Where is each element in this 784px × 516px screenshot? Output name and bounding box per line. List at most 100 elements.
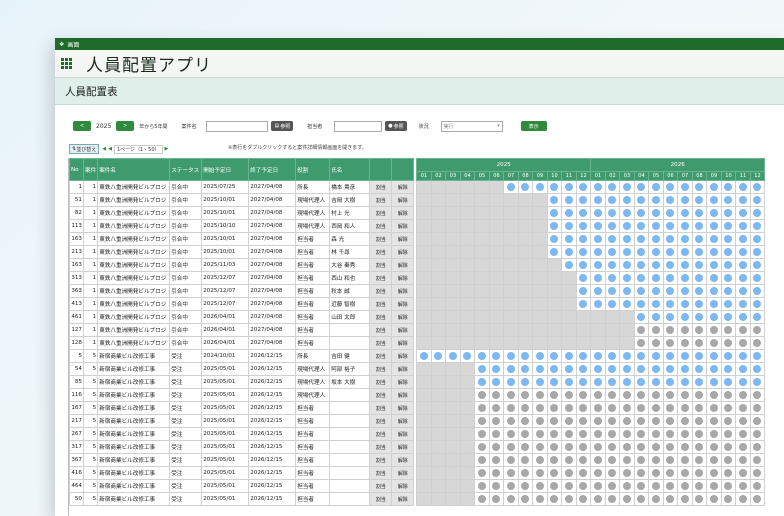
release-button[interactable]: 解除: [391, 258, 415, 272]
allocation-cell[interactable]: [677, 336, 693, 350]
empty-month-cell[interactable]: [459, 440, 476, 454]
allocation-cell[interactable]: [720, 492, 737, 506]
allocation-cell[interactable]: [619, 232, 635, 246]
allocation-cell[interactable]: [546, 414, 563, 428]
allocation-cell[interactable]: [575, 492, 592, 506]
release-button[interactable]: 解除: [391, 245, 415, 259]
allocation-cell[interactable]: [691, 375, 708, 389]
empty-month-cell[interactable]: [503, 336, 519, 350]
empty-month-cell[interactable]: [488, 193, 505, 207]
allocation-cell[interactable]: [691, 492, 708, 506]
empty-month-cell[interactable]: [474, 284, 490, 298]
assign-button[interactable]: 割当: [369, 401, 393, 415]
allocation-cell[interactable]: [749, 193, 766, 207]
allocation-cell[interactable]: [517, 440, 534, 454]
allocation-cell[interactable]: [720, 479, 737, 493]
allocation-cell[interactable]: [691, 414, 708, 428]
allocation-cell[interactable]: [590, 466, 606, 480]
empty-month-cell[interactable]: [430, 375, 447, 389]
allocation-cell[interactable]: [517, 414, 534, 428]
empty-month-cell[interactable]: [459, 297, 476, 311]
allocation-cell[interactable]: [604, 180, 621, 194]
allocation-cell[interactable]: [619, 401, 635, 415]
allocation-cell[interactable]: [503, 180, 519, 194]
allocation-cell[interactable]: [720, 193, 737, 207]
allocation-cell[interactable]: [561, 180, 577, 194]
allocation-cell[interactable]: [532, 388, 548, 402]
empty-month-cell[interactable]: [459, 258, 476, 272]
allocation-cell[interactable]: [677, 323, 693, 337]
allocation-cell[interactable]: [459, 349, 476, 363]
allocation-cell[interactable]: [749, 284, 766, 298]
empty-month-cell[interactable]: [474, 258, 490, 272]
allocation-cell[interactable]: [720, 271, 737, 285]
allocation-cell[interactable]: [735, 245, 751, 259]
next-page-icon[interactable]: ▶: [165, 146, 169, 152]
allocation-cell[interactable]: [575, 453, 592, 467]
empty-month-cell[interactable]: [532, 271, 548, 285]
allocation-cell[interactable]: [662, 245, 679, 259]
empty-month-cell[interactable]: [459, 375, 476, 389]
empty-month-cell[interactable]: [416, 297, 432, 311]
allocation-cell[interactable]: [474, 414, 490, 428]
empty-month-cell[interactable]: [430, 232, 447, 246]
empty-month-cell[interactable]: [590, 310, 606, 324]
allocation-cell[interactable]: [735, 206, 751, 220]
allocation-cell[interactable]: [662, 362, 679, 376]
empty-month-cell[interactable]: [575, 336, 592, 350]
allocation-cell[interactable]: [691, 258, 708, 272]
allocation-cell[interactable]: [517, 388, 534, 402]
empty-month-cell[interactable]: [517, 258, 534, 272]
allocation-cell[interactable]: [488, 375, 505, 389]
allocation-cell[interactable]: [662, 479, 679, 493]
allocation-cell[interactable]: [749, 336, 766, 350]
allocation-cell[interactable]: [604, 219, 621, 233]
release-button[interactable]: 解除: [391, 232, 415, 246]
empty-month-cell[interactable]: [604, 323, 621, 337]
allocation-cell[interactable]: [604, 245, 621, 259]
empty-month-cell[interactable]: [430, 479, 447, 493]
allocation-cell[interactable]: [735, 336, 751, 350]
empty-month-cell[interactable]: [416, 193, 432, 207]
empty-month-cell[interactable]: [575, 310, 592, 324]
allocation-cell[interactable]: [590, 284, 606, 298]
allocation-cell[interactable]: [619, 414, 635, 428]
allocation-cell[interactable]: [633, 349, 650, 363]
empty-month-cell[interactable]: [416, 375, 432, 389]
empty-month-cell[interactable]: [445, 362, 461, 376]
column-header[interactable]: No: [69, 158, 84, 181]
allocation-cell[interactable]: [575, 466, 592, 480]
empty-month-cell[interactable]: [474, 193, 490, 207]
empty-month-cell[interactable]: [532, 336, 548, 350]
allocation-cell[interactable]: [735, 479, 751, 493]
empty-month-cell[interactable]: [561, 271, 577, 285]
allocation-cell[interactable]: [735, 388, 751, 402]
empty-month-cell[interactable]: [430, 323, 447, 337]
assign-button[interactable]: 割当: [369, 440, 393, 454]
empty-month-cell[interactable]: [532, 323, 548, 337]
allocation-cell[interactable]: [604, 271, 621, 285]
empty-month-cell[interactable]: [445, 492, 461, 506]
empty-month-cell[interactable]: [416, 323, 432, 337]
allocation-cell[interactable]: [619, 375, 635, 389]
empty-month-cell[interactable]: [459, 479, 476, 493]
page-indicator[interactable]: 1ページ（1 - 50）: [113, 144, 163, 154]
table-row[interactable]: 1 1 東鉄八重洲開発ビルプロジ 引合中 2025/07/25 2027/04/08 所長橋…: [69, 180, 766, 194]
empty-month-cell[interactable]: [445, 479, 461, 493]
table-row[interactable]: 128 1 東鉄八重洲開発ビルプロジ 引合中 2026/04/01 2027/04/08 担…: [69, 336, 766, 350]
allocation-cell[interactable]: [503, 375, 519, 389]
allocation-cell[interactable]: [532, 401, 548, 415]
empty-month-cell[interactable]: [503, 245, 519, 259]
allocation-cell[interactable]: [503, 427, 519, 441]
empty-month-cell[interactable]: [532, 206, 548, 220]
allocation-cell[interactable]: [677, 440, 693, 454]
allocation-cell[interactable]: [604, 453, 621, 467]
allocation-cell[interactable]: [619, 297, 635, 311]
empty-month-cell[interactable]: [619, 336, 635, 350]
allocation-cell[interactable]: [749, 297, 766, 311]
table-row[interactable]: 163 1 東鉄八重洲開発ビルプロジ 引合中 2025/11/03 2027/04/08 担…: [69, 258, 766, 272]
table-row[interactable]: 167 5 新宿商業ビル改修工事 受注 2025/05/01 2026/12/15 担当者 割…: [69, 401, 766, 415]
allocation-cell[interactable]: [662, 453, 679, 467]
allocation-cell[interactable]: [720, 362, 737, 376]
allocation-cell[interactable]: [749, 440, 766, 454]
